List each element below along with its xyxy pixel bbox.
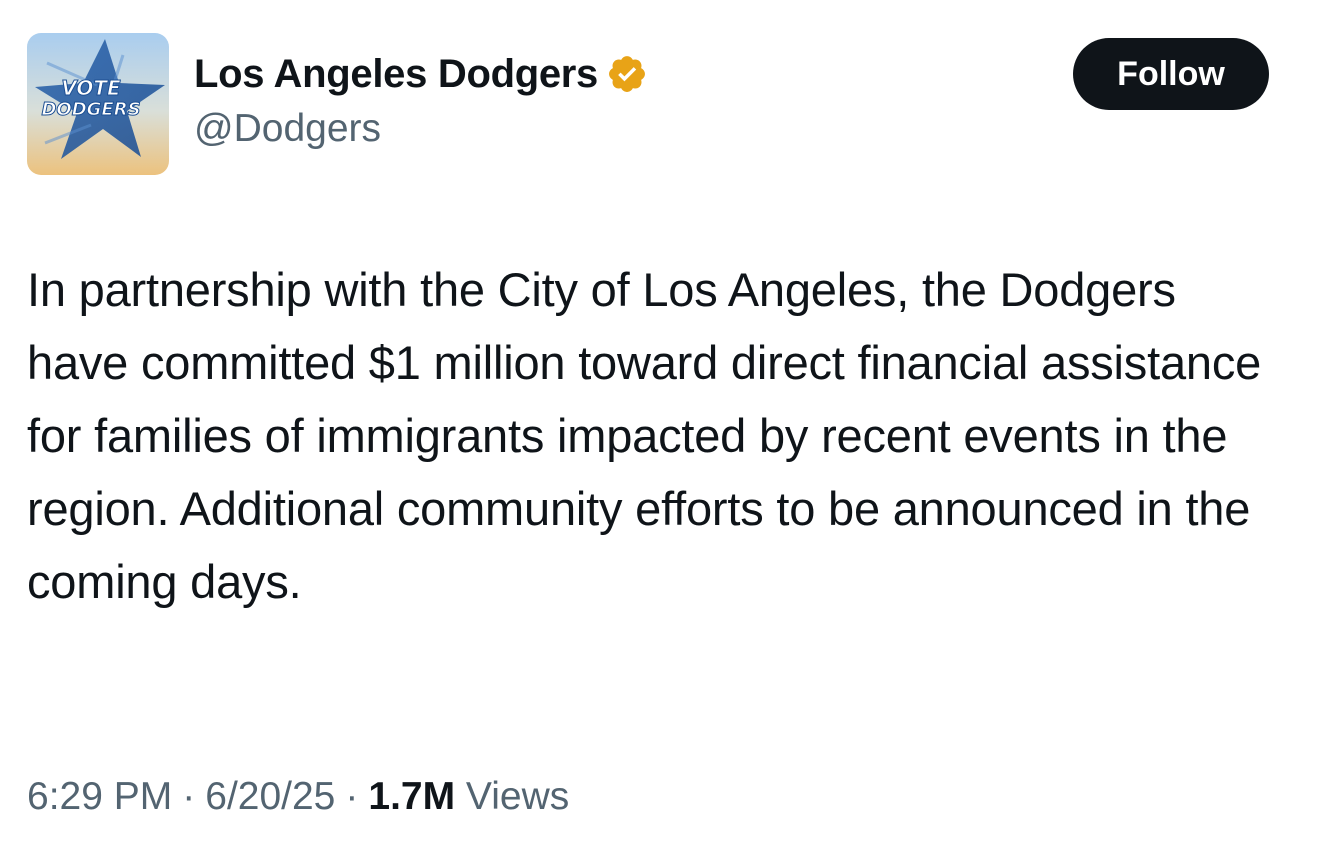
handle[interactable]: @Dodgers [194, 106, 648, 152]
tweet-meta: 6:29 PM · 6/20/25 · 1.7M Views [27, 772, 569, 822]
svg-text:DODGERS: DODGERS [41, 99, 140, 120]
display-name-link[interactable]: Los Angeles Dodgers [194, 50, 648, 98]
follow-button[interactable]: Follow [1073, 38, 1269, 110]
timestamp-date[interactable]: 6/20/25 [205, 775, 335, 818]
tweet-card: VOTE DODGERS Los Angeles Dodgers @Dodger… [0, 0, 1320, 851]
views-label: Views [465, 775, 570, 818]
tweet-text: In partnership with the City of Los Ange… [27, 263, 1262, 608]
separator: · [345, 775, 359, 818]
display-name: Los Angeles Dodgers [194, 52, 599, 96]
verified-badge-icon[interactable] [606, 53, 648, 95]
svg-text:VOTE: VOTE [61, 76, 121, 100]
avatar[interactable]: VOTE DODGERS [27, 33, 169, 175]
author-block: Los Angeles Dodgers @Dodgers [194, 50, 648, 152]
timestamp-time[interactable]: 6:29 PM [27, 775, 172, 818]
vote-dodgers-logo-icon: VOTE DODGERS [27, 33, 169, 175]
separator: · [182, 775, 196, 818]
views-count[interactable]: 1.7M [368, 775, 455, 818]
